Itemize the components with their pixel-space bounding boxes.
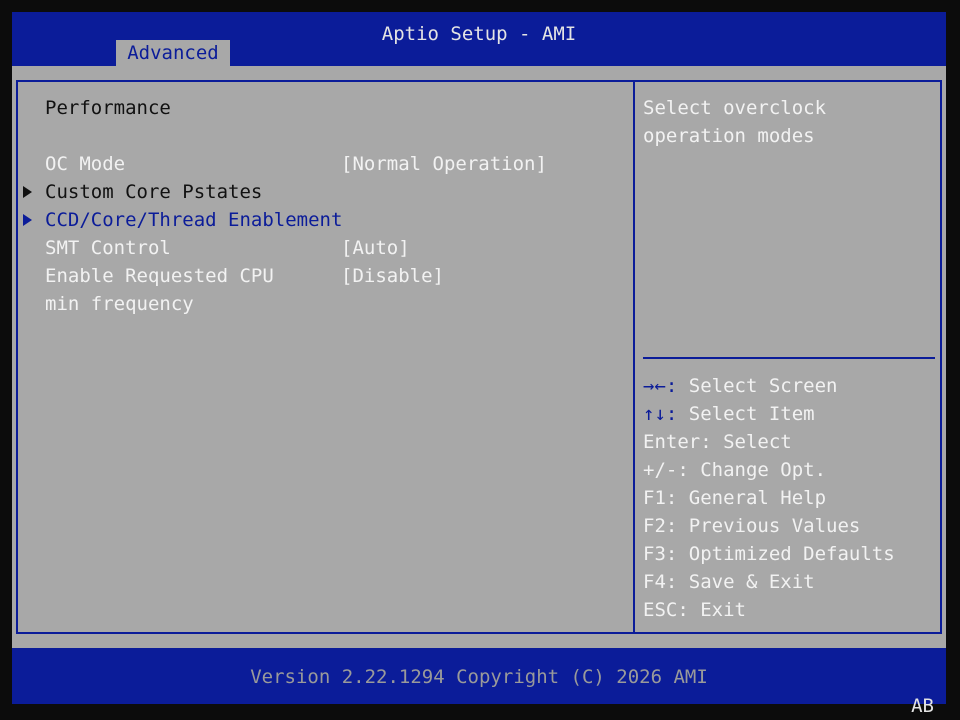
enable-requested-cpu-label: Enable Requested CPU [45,265,274,287]
key-hint-action: Save & Exit [688,571,815,593]
submenu-arrow-icon [23,186,32,198]
version-text: Version 2.22.1294 Copyright (C) 2026 AMI [250,666,708,688]
key-hint-action: Exit [700,599,746,621]
tab-advanced[interactable]: Advanced [116,40,230,66]
key-hint-key: F1: [643,487,678,509]
key-hint-action: Previous Values [688,515,861,537]
section-heading: Performance [45,97,171,119]
key-hint-f2: F2: Previous Values [643,514,860,538]
key-hint-action: Select Screen [688,375,838,397]
header-bar: Aptio Setup - AMI Advanced [12,12,946,66]
key-hint-select-screen: →←: Select Screen [643,374,838,398]
key-hint-f4: F4: Save & Exit [643,570,815,594]
key-hint-key: ↑↓: [643,403,678,425]
submenu-arrow-icon [23,214,32,226]
key-hint-action: Change Opt. [700,459,827,481]
key-hint-f3: F3: Optimized Defaults [643,542,895,566]
smt-control-value[interactable]: [Auto] [341,236,410,260]
help-description-line: Select overclock [643,97,827,119]
help-description-line: operation modes [643,125,815,147]
ccd-core-thread-label: CCD/Core/Thread Enablement [45,209,343,231]
footer-bar: Version 2.22.1294 Copyright (C) 2026 AMI… [12,648,946,717]
key-hint-key: ESC: [643,599,689,621]
key-hint-action: Select Item [688,403,815,425]
smt-control-label: SMT Control [45,237,171,259]
oc-mode-label: OC Mode [45,153,126,175]
bios-screen: Aptio Setup - AMI Advanced Performance O… [12,12,946,717]
enable-requested-cpu-label-cont: min frequency [45,293,194,315]
key-hint-key: F2: [643,515,678,537]
status-code: AB [911,695,934,717]
key-hint-esc: ESC: Exit [643,598,746,622]
key-hint-key: →←: [643,375,678,397]
key-hint-action: Select [723,431,792,453]
key-hint-f1: F1: General Help [643,486,826,510]
help-divider [643,357,935,359]
key-hint-change-opt: +/-: Change Opt. [643,458,826,482]
key-hint-enter: Enter: Select [643,430,792,454]
enable-requested-cpu-value[interactable]: [Disable] [341,264,444,288]
key-hint-key: F4: [643,571,678,593]
key-hint-action: Optimized Defaults [688,543,895,565]
oc-mode-value[interactable]: [Normal Operation] [341,152,547,176]
key-hint-key: +/-: [643,459,689,481]
key-hint-select-item: ↑↓: Select Item [643,402,815,426]
key-hint-action: General Help [688,487,827,509]
custom-core-pstates-label: Custom Core Pstates [45,181,263,203]
key-hint-key: F3: [643,543,678,565]
key-hint-key: Enter: [643,431,712,453]
